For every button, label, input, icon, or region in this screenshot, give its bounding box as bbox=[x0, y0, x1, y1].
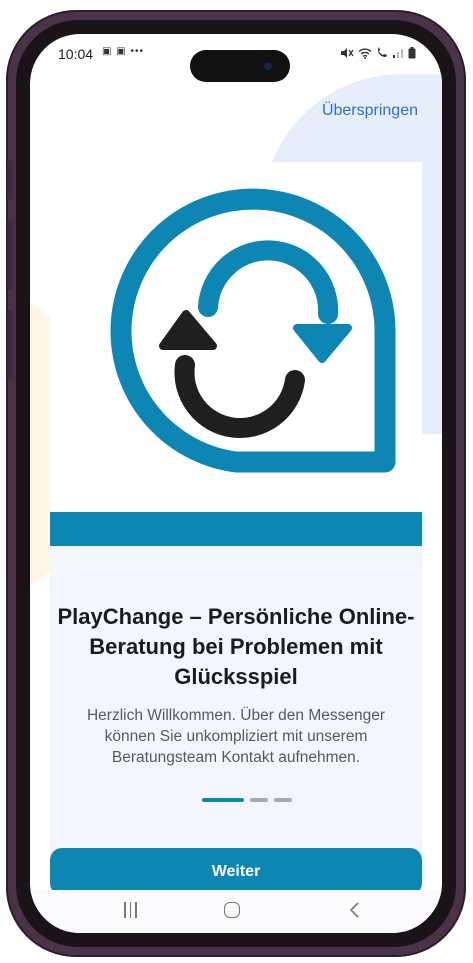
side-button bbox=[7, 160, 13, 200]
back-icon[interactable] bbox=[348, 900, 362, 925]
home-icon[interactable] bbox=[224, 902, 240, 918]
onboarding-title: PlayChange – Persönliche Online-Beratung… bbox=[57, 604, 415, 689]
signal-icon bbox=[392, 46, 404, 64]
wifi-icon bbox=[358, 46, 372, 64]
status-time: 10:04 bbox=[58, 46, 94, 62]
page-dot bbox=[250, 798, 268, 802]
phone-bezel: 10:04 ▣ ▣ ••• Überspringen PlayChange – … bbox=[16, 20, 456, 947]
status-bar: 10:04 ▣ ▣ ••• bbox=[30, 34, 442, 82]
page-dot-active bbox=[202, 798, 244, 802]
next-button[interactable]: Weiter bbox=[50, 848, 422, 895]
side-button bbox=[7, 220, 13, 290]
skip-link[interactable]: Überspringen bbox=[322, 102, 418, 120]
mute-icon bbox=[340, 46, 354, 64]
camera-cutout bbox=[190, 50, 290, 82]
phone-frame: 10:04 ▣ ▣ ••• Überspringen PlayChange – … bbox=[6, 10, 466, 957]
hero-accent-bar bbox=[50, 512, 422, 546]
page-dot bbox=[274, 798, 292, 802]
volte-icon bbox=[376, 46, 388, 64]
onboarding-subtitle: Herzlich Willkommen. Über den Messenger … bbox=[86, 707, 386, 766]
recents-icon[interactable] bbox=[124, 902, 137, 918]
page-indicator bbox=[202, 798, 292, 802]
battery-icon bbox=[408, 46, 416, 64]
side-button bbox=[7, 310, 13, 380]
camera-lens bbox=[262, 60, 274, 72]
refresh-speech-bubble-icon bbox=[110, 188, 396, 473]
status-icons bbox=[340, 46, 416, 64]
notification-icons: ▣ ▣ ••• bbox=[102, 46, 144, 57]
system-nav-bar bbox=[30, 890, 442, 933]
hero-image bbox=[50, 162, 422, 512]
onboarding-panel: PlayChange – Persönliche Online-Beratung… bbox=[50, 162, 422, 933]
screen: 10:04 ▣ ▣ ••• Überspringen PlayChange – … bbox=[30, 34, 442, 933]
